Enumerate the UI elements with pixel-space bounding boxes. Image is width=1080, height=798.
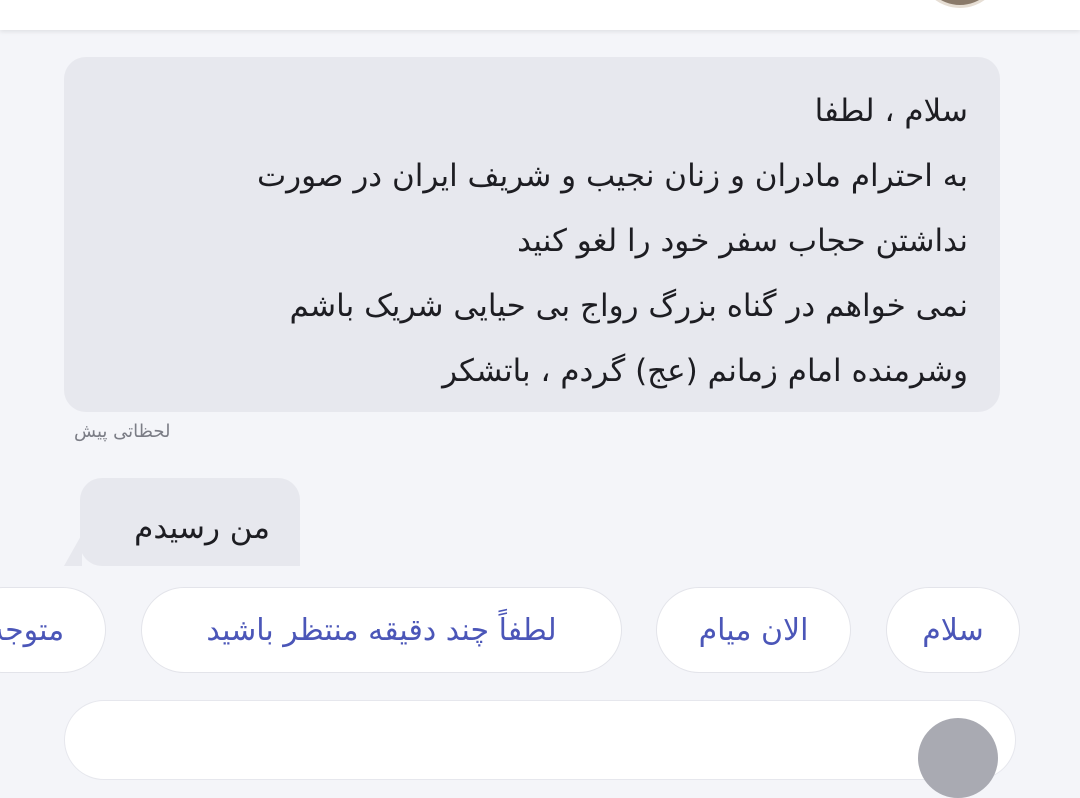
sent-message-bubble: من رسیدم bbox=[80, 478, 300, 566]
message-input-bar[interactable] bbox=[64, 700, 1016, 780]
message-line: نداشتن حجاب سفر خود را لغو کنید bbox=[517, 223, 968, 259]
message-timestamp: لحظاتی پیش bbox=[74, 421, 171, 442]
quick-reply-salam[interactable]: سلام bbox=[886, 587, 1020, 673]
received-message-bubble: سلام ، لطفا به احترام مادران و زنان نجیب… bbox=[64, 57, 1000, 412]
message-line: به احترام مادران و زنان نجیب و شریف ایرا… bbox=[256, 158, 968, 194]
quick-reply-coming-now[interactable]: الان میام bbox=[656, 587, 851, 673]
user-avatar[interactable] bbox=[918, 0, 1002, 8]
message-line: وشرمنده امام زمانم (عج) گردم ، باتشکر bbox=[442, 353, 968, 389]
quick-reply-understood[interactable]: متوجه bbox=[0, 587, 106, 673]
sent-message-text: من رسیدم bbox=[134, 510, 270, 546]
top-bar bbox=[0, 0, 1080, 30]
message-line: نمی خواهم در گناه بزرگ رواج بی حیایی شری… bbox=[289, 288, 968, 324]
composer-avatar[interactable] bbox=[918, 718, 998, 798]
quick-reply-please-wait[interactable]: لطفاً چند دقیقه منتظر باشید bbox=[141, 587, 622, 673]
message-line: سلام ، لطفا bbox=[814, 93, 968, 129]
